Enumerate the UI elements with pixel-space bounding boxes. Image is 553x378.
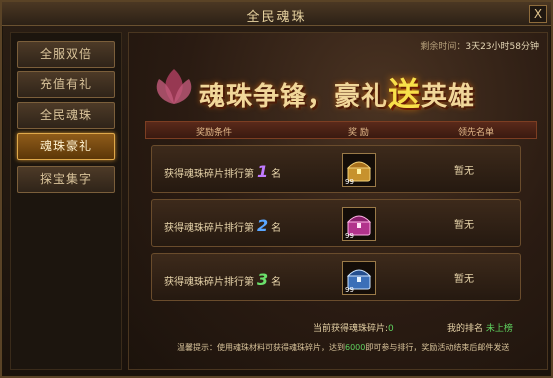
rank-number: 1 [257,162,269,181]
my-rank: 我的排名 未上榜 [447,321,513,334]
main-panel: 剩余时间：3天23小时58分钟 魂珠争锋，豪礼送英雄 奖励条件 奖 励 领先名单… [128,32,548,370]
banner-title-part1: 魂珠争锋，豪礼 [199,82,389,112]
leader-name: 暂无 [454,166,474,177]
table-header: 奖励条件 奖 励 领先名单 [145,121,537,139]
banner-title: 魂珠争锋，豪礼送英雄 [199,69,475,115]
chest-icon-blue[interactable]: 99 [342,261,376,295]
header-leaders: 领先名单 [458,128,495,138]
sidebar-item-server-double[interactable]: 全服双倍 [17,41,115,68]
countdown: 剩余时间：3天23小时58分钟 [420,39,539,52]
sidebar: 全服双倍 充值有礼 全民魂珠 魂珠豪礼 探宝集字 [10,32,122,370]
fragments-count: 当前获得魂珠碎片:0 [313,321,394,334]
header-reward: 奖 励 [348,128,369,138]
hint-label: 温馨提示： [177,343,217,352]
sidebar-item-treasure-collect[interactable]: 探宝集字 [17,166,115,193]
countdown-value: 3天23小时58分钟 [465,42,539,52]
reward-row: 获得魂珠碎片排行第 1 名 99 暂无 [151,145,521,193]
rank-number: 3 [257,270,269,289]
chest-count: 99 [345,286,354,294]
reward-condition: 获得魂珠碎片排行第 1 名 [164,162,281,181]
chest-count: 99 [345,178,354,186]
hint-threshold: 6000 [345,343,366,352]
title-bar: 全民魂珠 X [2,2,551,26]
fragments-value: 0 [388,324,394,334]
banner-title-highlight: 送 [388,75,422,113]
condition-suffix: 名 [271,277,282,288]
hint-text-after: 即可参与排行，奖励活动结束后邮件发送 [365,343,510,352]
lotus-icon [156,69,192,104]
event-banner: 魂珠争锋，豪礼送英雄 [149,59,529,119]
my-rank-label: 我的排名 [447,324,484,334]
chest-icon-purple[interactable]: 99 [342,207,376,241]
hint-text: 温馨提示：使用魂珠材料可获得魂珠碎片，达到6000即可参与排行，奖励活动结束后邮… [177,342,509,353]
reward-row: 获得魂珠碎片排行第 2 名 99 暂无 [151,199,521,247]
condition-prefix: 获得魂珠碎片排行第 [164,169,254,180]
condition-prefix: 获得魂珠碎片排行第 [164,277,254,288]
reward-condition: 获得魂珠碎片排行第 3 名 [164,270,281,289]
event-window: 全民魂珠 X 全服双倍 充值有礼 全民魂珠 魂珠豪礼 探宝集字 剩余时间：3天2… [0,0,553,378]
fragments-label: 当前获得魂珠碎片: [313,324,389,334]
close-button[interactable]: X [529,5,547,23]
sidebar-item-soul-orb[interactable]: 全民魂珠 [17,102,115,129]
sidebar-item-soul-orb-gift[interactable]: 魂珠豪礼 [17,133,115,160]
reward-row: 获得魂珠碎片排行第 3 名 99 暂无 [151,253,521,301]
chest-count: 99 [345,232,354,240]
leader-name: 暂无 [454,220,474,231]
leader-name: 暂无 [454,274,474,285]
my-rank-value: 未上榜 [485,324,513,334]
rank-number: 2 [257,216,269,235]
banner-title-part2: 英雄 [421,82,476,112]
condition-suffix: 名 [271,223,282,234]
chest-icon-gold[interactable]: 99 [342,153,376,187]
condition-suffix: 名 [271,169,282,180]
sidebar-item-recharge-gift[interactable]: 充值有礼 [17,71,115,98]
condition-prefix: 获得魂珠碎片排行第 [164,223,254,234]
countdown-label: 剩余时间： [420,42,466,52]
reward-condition: 获得魂珠碎片排行第 2 名 [164,216,281,235]
header-condition: 奖励条件 [196,128,233,138]
hint-text-before: 使用魂珠材料可获得魂珠碎片，达到 [217,343,345,352]
window-title: 全民魂珠 [246,10,307,25]
